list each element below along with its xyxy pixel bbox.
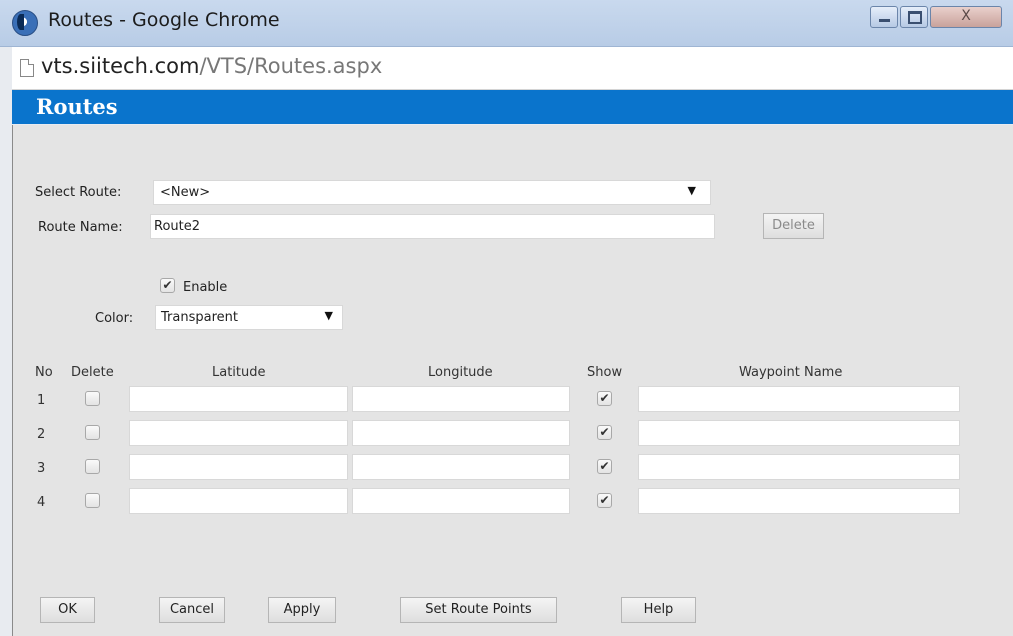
page-title: Routes (36, 94, 118, 119)
row-show-checkbox[interactable]: ✔ (597, 391, 612, 406)
row-delete-checkbox[interactable] (85, 459, 100, 474)
apply-button[interactable]: Apply (268, 597, 336, 623)
column-header-waypoint-name: Waypoint Name (739, 365, 843, 380)
color-label: Color: (95, 311, 134, 326)
column-header-longitude: Longitude (428, 365, 493, 380)
window-title: Routes - Google Chrome (48, 9, 280, 31)
routes-form-panel: Select Route: <New> ▼ Route Name: Route2… (12, 125, 1013, 636)
chevron-down-icon: ▼ (687, 184, 696, 197)
page-icon (20, 59, 34, 77)
waypoint-name-input[interactable] (638, 420, 960, 446)
longitude-input[interactable] (352, 420, 570, 446)
waypoint-name-input[interactable] (638, 454, 960, 480)
row-delete-checkbox[interactable] (85, 425, 100, 440)
url-text[interactable]: vts.siitech.com/VTS/Routes.aspx (41, 54, 382, 78)
column-header-no: No (35, 365, 53, 380)
page-header: Routes (12, 90, 1013, 124)
select-route-dropdown[interactable]: <New> ▼ (153, 180, 711, 205)
row-show-checkbox[interactable]: ✔ (597, 493, 612, 508)
delete-route-button[interactable]: Delete (763, 213, 824, 239)
checkmark-icon: ✔ (599, 493, 610, 507)
window-titlebar[interactable]: Routes - Google Chrome X (0, 0, 1013, 47)
longitude-input[interactable] (352, 454, 570, 480)
chevron-down-icon: ▼ (324, 309, 333, 322)
close-icon: X (961, 8, 971, 24)
route-name-label: Route Name: (38, 220, 123, 235)
checkmark-icon: ✔ (599, 459, 610, 473)
color-dropdown[interactable]: Transparent ▼ (155, 305, 343, 330)
close-button[interactable]: X (930, 6, 1002, 28)
latitude-input[interactable] (129, 454, 348, 480)
checkmark-icon: ✔ (599, 425, 610, 439)
row-delete-checkbox[interactable] (85, 493, 100, 508)
row-number: 4 (37, 495, 46, 510)
row-number: 1 (37, 393, 46, 408)
color-value: Transparent (161, 310, 238, 325)
waypoint-name-input[interactable] (638, 488, 960, 514)
row-number: 3 (37, 461, 46, 476)
row-show-checkbox[interactable]: ✔ (597, 425, 612, 440)
column-header-delete: Delete (71, 365, 114, 380)
checkmark-icon: ✔ (599, 391, 610, 405)
enable-label: Enable (183, 280, 228, 295)
row-delete-checkbox[interactable] (85, 391, 100, 406)
latitude-input[interactable] (129, 420, 348, 446)
url-host: vts.siitech.com (41, 54, 200, 78)
set-route-points-button[interactable]: Set Route Points (400, 597, 557, 623)
column-header-latitude: Latitude (212, 365, 266, 380)
help-button[interactable]: Help (621, 597, 696, 623)
row-show-checkbox[interactable]: ✔ (597, 459, 612, 474)
select-route-label: Select Route: (35, 185, 122, 200)
longitude-input[interactable] (352, 386, 570, 412)
maximize-button[interactable] (900, 6, 928, 28)
waypoint-name-input[interactable] (638, 386, 960, 412)
ok-button[interactable]: OK (40, 597, 95, 623)
cancel-button[interactable]: Cancel (159, 597, 225, 623)
url-path: /VTS/Routes.aspx (199, 54, 383, 78)
checkmark-icon: ✔ (162, 278, 173, 292)
minimize-button[interactable] (870, 6, 898, 28)
select-route-value: <New> (160, 185, 211, 200)
row-number: 2 (37, 427, 46, 442)
latitude-input[interactable] (129, 386, 348, 412)
route-name-input[interactable]: Route2 (150, 214, 715, 239)
address-bar[interactable]: vts.siitech.com/VTS/Routes.aspx (12, 47, 1013, 90)
latitude-input[interactable] (129, 488, 348, 514)
column-header-show: Show (587, 365, 623, 380)
enable-checkbox[interactable]: ✔ (160, 278, 175, 293)
longitude-input[interactable] (352, 488, 570, 514)
chrome-app-icon (12, 10, 38, 36)
